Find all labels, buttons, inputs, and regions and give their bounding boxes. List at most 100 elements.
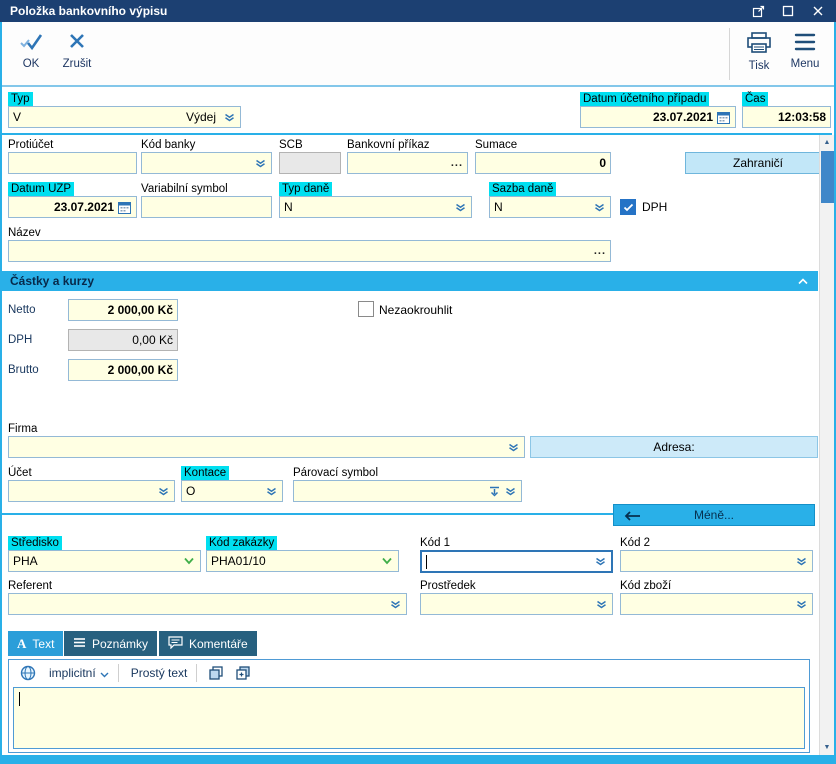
code2-dropdown-button[interactable] [795, 557, 808, 566]
type-display-text: Výdej [185, 110, 216, 124]
vertical-scrollbar[interactable]: ▲ ▼ [819, 135, 834, 755]
name-field[interactable]: ... [8, 240, 611, 262]
print-button[interactable]: Tisk [736, 26, 782, 80]
type-dropdown-button[interactable] [223, 113, 236, 122]
tab-notes[interactable]: Poznámky [64, 631, 158, 656]
variable-symbol-field[interactable] [141, 196, 272, 218]
menu-button[interactable]: Menu [782, 26, 828, 80]
tax-type-dropdown-button[interactable] [454, 203, 467, 212]
cost-center-label: Středisko [8, 536, 62, 550]
text-content-area[interactable] [13, 687, 805, 749]
globe-language-icon[interactable] [19, 665, 37, 681]
tax-type-field[interactable]: N [279, 196, 472, 218]
plain-text-mode-button[interactable]: Prostý text [130, 666, 189, 680]
pairing-symbol-label: Párovací symbol [293, 467, 379, 479]
brutto-field[interactable]: 2 000,00 Kč [68, 359, 178, 381]
cost-center-dropdown-button[interactable] [182, 557, 196, 565]
cancel-button[interactable]: Zrušit [54, 26, 100, 80]
brutto-label: Brutto [8, 364, 39, 376]
scroll-up-arrow[interactable]: ▲ [820, 135, 834, 150]
account-field[interactable] [8, 480, 175, 502]
window-border-left [0, 22, 2, 764]
bank-code-dropdown-button[interactable] [254, 159, 267, 168]
company-label: Firma [8, 423, 38, 435]
code2-field[interactable] [620, 550, 813, 572]
vat-checkbox-label[interactable]: DPH [642, 200, 667, 214]
popout-window-icon[interactable] [750, 3, 766, 19]
left-arrow-icon [622, 510, 642, 525]
language-selector[interactable]: implicitní [48, 666, 110, 681]
text-caret [19, 692, 20, 706]
pairing-dropdown-button[interactable] [504, 487, 517, 496]
language-selector-label: implicitní [49, 666, 96, 680]
pairing-sort-dropdown-icon[interactable] [488, 486, 501, 497]
code1-field-focused[interactable] [420, 550, 613, 573]
resource-field[interactable] [420, 593, 613, 615]
code1-dropdown-button[interactable] [594, 557, 607, 566]
resource-dropdown-button[interactable] [595, 600, 608, 609]
foreign-button[interactable]: Zahraničí [685, 152, 831, 174]
bank-order-browse-button[interactable]: ... [451, 157, 463, 169]
bank-order-field[interactable]: ... [347, 152, 468, 174]
tab-comments[interactable]: Komentáře [159, 631, 257, 656]
tax-rate-field[interactable]: N [489, 196, 611, 218]
code1-label: Kód 1 [420, 537, 451, 549]
name-browse-button[interactable]: ... [594, 245, 606, 257]
ok-button[interactable]: OK [8, 26, 54, 80]
copy-add-icon[interactable] [235, 666, 251, 680]
referent-field[interactable] [8, 593, 407, 615]
calendar-icon[interactable] [716, 111, 731, 124]
address-panel: Adresa: [530, 436, 818, 458]
company-dropdown-button[interactable] [507, 443, 520, 452]
scroll-down-arrow[interactable]: ▼ [820, 740, 834, 755]
bank-order-label: Bankovní příkaz [347, 139, 430, 151]
summation-field[interactable]: 0 [475, 152, 611, 174]
vat-checkbox[interactable] [620, 199, 636, 215]
referent-dropdown-button[interactable] [389, 600, 402, 609]
no-rounding-checkbox-label[interactable]: Nezaokrouhlit [379, 303, 452, 317]
accounting-date-value: 23.07.2021 [652, 110, 713, 124]
cost-center-field[interactable]: PHA [8, 550, 201, 572]
time-label: Čas [742, 92, 769, 106]
no-rounding-checkbox[interactable] [358, 301, 374, 317]
accounting-date-field[interactable]: 23.07.2021 [580, 106, 736, 128]
order-code-dropdown-button[interactable] [380, 557, 394, 565]
order-code-field[interactable]: PHA01/10 [206, 550, 399, 572]
uzp-calendar-icon[interactable] [117, 201, 132, 214]
netto-value: 2 000,00 Kč [107, 303, 173, 317]
scrollbar-thumb[interactable] [821, 151, 834, 203]
counter-account-label: Protiúčet [8, 139, 54, 151]
vat-amount-label: DPH [8, 334, 33, 346]
less-button[interactable]: Méně... [613, 504, 815, 526]
pairing-symbol-field[interactable] [293, 480, 522, 502]
tax-rate-dropdown-button[interactable] [593, 203, 606, 212]
bank-statement-item-dialog: Položka bankovního výpisu OK Zrušit Tisk… [0, 0, 836, 764]
collapse-chevron-up-icon[interactable] [796, 277, 810, 285]
netto-field[interactable]: 2 000,00 Kč [68, 299, 178, 321]
maximize-icon[interactable] [780, 3, 796, 19]
account-dropdown-button[interactable] [157, 487, 170, 496]
counter-account-field[interactable] [8, 152, 137, 174]
type-field[interactable]: V Výdej [8, 106, 241, 128]
bank-code-field[interactable] [141, 152, 272, 174]
comment-bubble-icon [168, 635, 183, 652]
tab-text[interactable]: A Text [8, 631, 64, 656]
tax-rate-value: N [494, 200, 503, 214]
tax-type-value: N [284, 200, 293, 214]
posting-field[interactable]: O [181, 480, 283, 502]
close-icon[interactable] [810, 3, 826, 19]
scb-label: SCB [279, 139, 303, 151]
copy-icon[interactable] [208, 666, 224, 680]
goods-code-dropdown-button[interactable] [795, 600, 808, 609]
separator-line [2, 513, 614, 515]
variable-symbol-label: Variabilní symbol [141, 183, 228, 195]
goods-code-field[interactable] [620, 593, 813, 615]
title-bar[interactable]: Položka bankovního výpisu [0, 0, 836, 22]
cost-center-value: PHA [13, 554, 38, 568]
time-field[interactable]: 12:03:58 [742, 106, 831, 128]
summation-label: Sumace [475, 139, 518, 151]
company-field[interactable] [8, 436, 525, 458]
posting-dropdown-button[interactable] [265, 487, 278, 496]
uzp-date-field[interactable]: 23.07.2021 [8, 196, 137, 218]
goods-code-label: Kód zboží [620, 580, 672, 592]
